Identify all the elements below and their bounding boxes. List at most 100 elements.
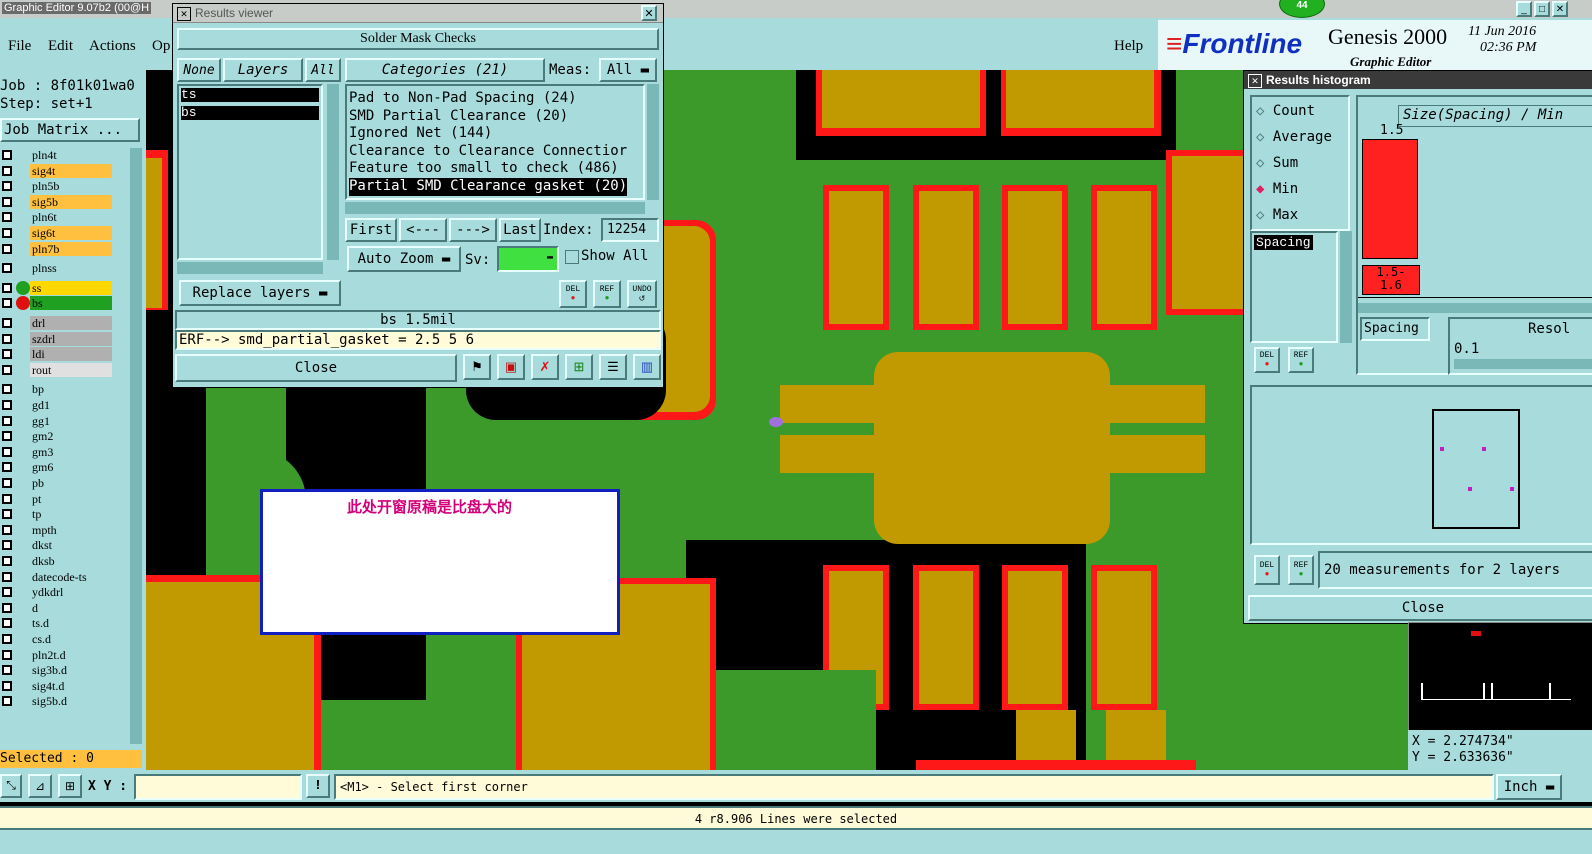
- option-min[interactable]: ◆ Min: [1256, 181, 1298, 197]
- grid-icon[interactable]: ⊞: [58, 774, 82, 798]
- layer-row[interactable]: gm6: [0, 460, 116, 475]
- layer-checkbox[interactable]: [2, 150, 12, 160]
- histogram-list-vscroll[interactable]: [1340, 231, 1352, 343]
- layer-checkbox[interactable]: [2, 540, 12, 551]
- layer-row[interactable]: pb: [0, 476, 116, 490]
- minimize-icon[interactable]: _: [1516, 1, 1532, 17]
- layer-row[interactable]: pt: [0, 491, 116, 506]
- layer-checkbox[interactable]: [2, 415, 12, 426]
- layer-row[interactable]: gm3: [0, 444, 116, 459]
- layer-checkbox[interactable]: [2, 228, 12, 238]
- histogram-icon[interactable]: ▥: [633, 354, 661, 380]
- category-item-selected[interactable]: Partial SMD Clearance gasket (20): [349, 177, 628, 196]
- auto-zoom-select[interactable]: Auto Zoom ▬: [347, 246, 461, 272]
- replace-layers-select[interactable]: Replace layers ▬: [179, 280, 341, 306]
- next-button[interactable]: --->: [449, 218, 497, 242]
- layer-row[interactable]: ts.d: [0, 616, 116, 631]
- layer-row[interactable]: d: [0, 600, 116, 615]
- layer-row[interactable]: pln7b: [0, 241, 116, 256]
- ref-button[interactable]: REF ●: [1288, 555, 1314, 585]
- layer-row[interactable]: drl: [0, 316, 116, 330]
- layer-checkbox[interactable]: [2, 243, 12, 254]
- layer-checkbox[interactable]: [2, 282, 12, 293]
- layers-vscroll[interactable]: [327, 84, 339, 260]
- layer-checkbox[interactable]: [2, 196, 12, 207]
- notes-icon[interactable]: ☰: [599, 354, 627, 380]
- layer-item[interactable]: ts: [181, 88, 319, 102]
- layer-checkbox[interactable]: [2, 446, 12, 457]
- layer-row[interactable]: szdrl: [0, 331, 116, 346]
- layer-row[interactable]: ydkdrl: [0, 585, 116, 600]
- layer-checkbox[interactable]: [2, 665, 12, 676]
- layer-checkbox[interactable]: [2, 618, 12, 629]
- histogram-listbox[interactable]: Spacing: [1250, 231, 1338, 343]
- layer-row[interactable]: sig5b.d: [0, 694, 116, 709]
- undo-button[interactable]: UNDO ↺: [627, 280, 657, 308]
- layer-row[interactable]: sig4t.d: [0, 678, 116, 693]
- option-average[interactable]: ◇ Average: [1256, 129, 1332, 145]
- layer-row[interactable]: sig4t: [0, 163, 116, 178]
- categories-listbox[interactable]: Pad to Non-Pad Spacing (24) SMD Partial …: [345, 84, 645, 200]
- layer-checkbox[interactable]: [2, 602, 12, 613]
- layer-checkbox[interactable]: [2, 462, 12, 473]
- step-icon[interactable]: ⊞: [565, 354, 593, 380]
- layer-checkbox[interactable]: [2, 165, 12, 176]
- layer-checkbox[interactable]: [2, 384, 12, 395]
- erase-icon[interactable]: ✗: [531, 354, 559, 380]
- notification-badge[interactable]: 44: [1279, 0, 1325, 18]
- warning-icon[interactable]: !: [306, 774, 330, 798]
- index-input[interactable]: 12254: [601, 218, 659, 242]
- layer-row[interactable]: dkst: [0, 538, 116, 553]
- layer-row[interactable]: sig5b: [0, 194, 116, 209]
- layer-row[interactable]: pln2t.d: [0, 647, 116, 662]
- first-button[interactable]: First: [345, 218, 397, 242]
- maximize-icon[interactable]: □: [1534, 1, 1550, 17]
- histogram-hscroll[interactable]: [1358, 303, 1592, 313]
- layer-row[interactable]: rout: [0, 362, 116, 377]
- del-button[interactable]: DEL ●: [1254, 347, 1280, 373]
- menu-edit[interactable]: Edit: [48, 38, 73, 55]
- close-icon[interactable]: ✕: [1552, 1, 1568, 17]
- del-button[interactable]: DEL ●: [559, 280, 587, 308]
- meas-select[interactable]: All ▬: [599, 58, 657, 82]
- overview-map[interactable]: [1408, 622, 1592, 732]
- category-item[interactable]: Clearance to Clearance Connectior: [349, 143, 641, 161]
- layer-checkbox[interactable]: [2, 431, 12, 442]
- del-button[interactable]: DEL ●: [1254, 555, 1280, 585]
- units-select[interactable]: Inch ▬: [1496, 774, 1562, 800]
- histogram-bar[interactable]: [1362, 139, 1418, 259]
- option-sum[interactable]: ◇ Sum: [1256, 155, 1298, 171]
- layer-row[interactable]: dksb: [0, 554, 116, 568]
- layers-button[interactable]: Layers: [223, 58, 303, 82]
- category-item[interactable]: Ignored Net (144): [349, 125, 641, 143]
- layer-list[interactable]: pln4t sig4t pln5b sig5b pln6t sig6t pln7b plnss…: [0, 148, 130, 748]
- report-icon[interactable]: ▣: [497, 354, 525, 380]
- layer-row[interactable]: mpth: [0, 522, 116, 537]
- measure-icon[interactable]: ⊿: [28, 774, 52, 798]
- layer-checkbox[interactable]: [2, 696, 12, 707]
- last-button[interactable]: Last: [499, 218, 541, 242]
- layer-checkbox[interactable]: [2, 333, 12, 344]
- menu-actions[interactable]: Actions: [89, 38, 136, 55]
- histogram-close-button[interactable]: Close: [1248, 595, 1592, 621]
- layer-row[interactable]: tp: [0, 507, 116, 522]
- option-count[interactable]: ◇ Count: [1256, 103, 1315, 119]
- zoom-box-icon[interactable]: ⤡: [0, 774, 22, 798]
- layer-row[interactable]: bp: [0, 382, 116, 397]
- layer-list-scrollbar[interactable]: [130, 148, 142, 744]
- spacing-select[interactable]: Spacing: [1360, 317, 1430, 341]
- category-item[interactable]: Feature too small to check (486): [349, 160, 641, 178]
- sv-color-select[interactable]: ▬: [497, 246, 559, 272]
- layer-checkbox[interactable]: [2, 649, 12, 660]
- close-icon[interactable]: ✕: [641, 5, 657, 21]
- layer-checkbox[interactable]: [2, 556, 12, 566]
- categories-vscroll[interactable]: [647, 84, 659, 200]
- layer-checkbox[interactable]: [2, 263, 12, 274]
- layer-checkbox[interactable]: [2, 524, 12, 535]
- layer-row[interactable]: gm2: [0, 429, 116, 444]
- job-matrix-button[interactable]: Job Matrix ...: [0, 118, 140, 142]
- layer-checkbox[interactable]: [2, 298, 12, 309]
- layer-item[interactable]: bs: [181, 106, 319, 120]
- layer-row[interactable]: sig3b.d: [0, 663, 116, 678]
- menu-file[interactable]: File: [8, 38, 31, 55]
